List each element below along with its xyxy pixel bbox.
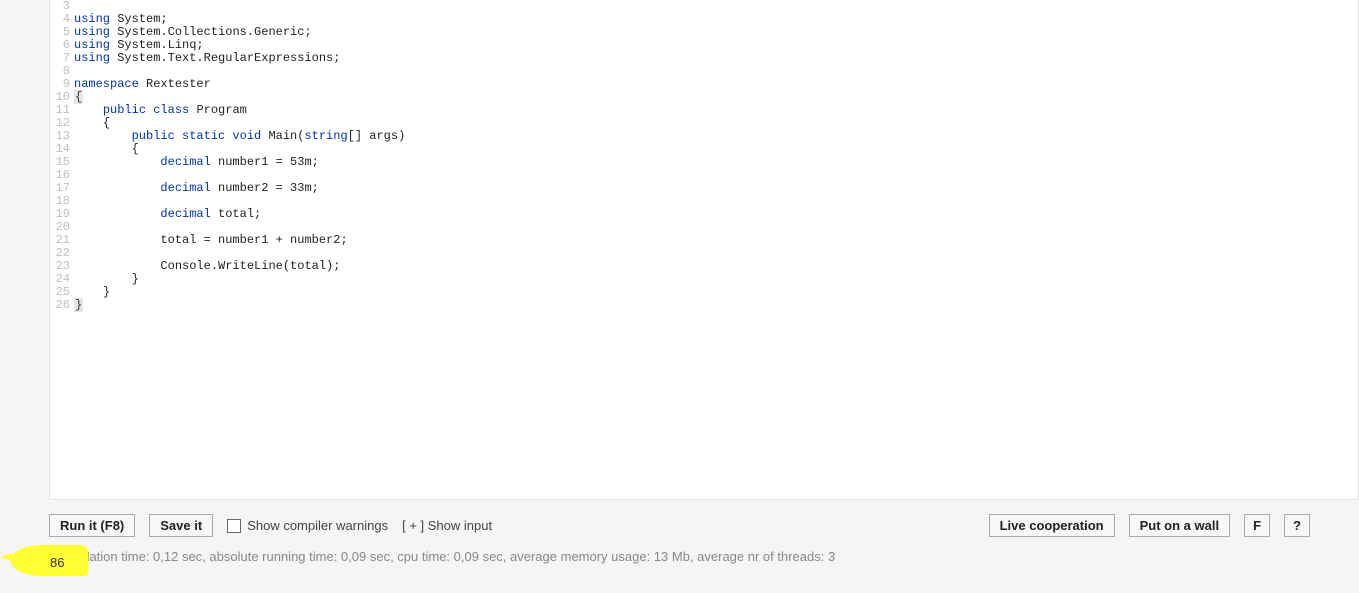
- code-token: using: [74, 25, 117, 39]
- checkbox-box-icon: [227, 519, 241, 533]
- code-token: System.Linq;: [117, 38, 203, 52]
- code-line[interactable]: [74, 65, 1358, 78]
- code-line[interactable]: decimal number1 = 53m;: [74, 156, 1358, 169]
- code-line[interactable]: namespace Rextester: [74, 78, 1358, 91]
- code-line[interactable]: using System.Text.RegularExpressions;: [74, 52, 1358, 65]
- toolbar: Run it (F8) Save it Show compiler warnin…: [49, 514, 1310, 537]
- code-token: Program: [196, 103, 246, 117]
- code-token: using: [74, 12, 117, 26]
- line-number: 26: [50, 299, 70, 312]
- put-on-wall-button[interactable]: Put on a wall: [1129, 514, 1230, 537]
- code-token: using: [74, 51, 117, 65]
- code-token: total = number1 + number2;: [160, 233, 347, 247]
- show-compiler-warnings-label: Show compiler warnings: [247, 518, 388, 533]
- code-token: namespace: [74, 77, 146, 91]
- code-token: Main(: [268, 129, 304, 143]
- code-token: }: [103, 285, 110, 299]
- line-number-gutter: 3456789101112131415161718192021222324252…: [50, 0, 74, 312]
- code-line[interactable]: [74, 0, 1358, 13]
- code-token: Console.WriteLine(total);: [160, 259, 340, 273]
- code-token: public class: [103, 103, 197, 117]
- code-line[interactable]: public static void Main(string[] args): [74, 130, 1358, 143]
- code-token: System;: [117, 12, 167, 26]
- show-input-toggle[interactable]: [ + ] Show input: [402, 518, 492, 533]
- code-token: [] args): [348, 129, 406, 143]
- code-token: Rextester: [146, 77, 211, 91]
- compilation-status: Compilation time: 0,12 sec, absolute run…: [49, 549, 1310, 564]
- code-line[interactable]: Console.WriteLine(total);: [74, 260, 1358, 273]
- code-token: decimal: [160, 181, 218, 195]
- code-token: decimal: [160, 155, 218, 169]
- code-line[interactable]: }: [74, 286, 1358, 299]
- code-line[interactable]: decimal total;: [74, 208, 1358, 221]
- code-area[interactable]: using System;using System.Collections.Ge…: [74, 0, 1358, 312]
- code-line[interactable]: public class Program: [74, 104, 1358, 117]
- live-cooperation-button[interactable]: Live cooperation: [989, 514, 1115, 537]
- code-token: }: [132, 272, 139, 286]
- code-token: total;: [218, 207, 261, 221]
- code-line[interactable]: {: [74, 91, 1358, 104]
- code-token: number1 = 53m;: [218, 155, 319, 169]
- code-token: decimal: [160, 207, 218, 221]
- code-line[interactable]: total = number1 + number2;: [74, 234, 1358, 247]
- code-line[interactable]: decimal number2 = 33m;: [74, 182, 1358, 195]
- code-token: {: [74, 90, 83, 104]
- save-button[interactable]: Save it: [149, 514, 213, 537]
- editor-frame: 3456789101112131415161718192021222324252…: [49, 0, 1359, 500]
- help-button[interactable]: ?: [1284, 514, 1310, 537]
- code-token: System.Collections.Generic;: [117, 25, 311, 39]
- code-line[interactable]: [74, 195, 1358, 208]
- fullscreen-button[interactable]: F: [1244, 514, 1270, 537]
- show-compiler-warnings-checkbox[interactable]: Show compiler warnings: [227, 518, 388, 533]
- code-token: System.Text.RegularExpressions;: [117, 51, 340, 65]
- run-button[interactable]: Run it (F8): [49, 514, 135, 537]
- code-token: public static void: [132, 129, 269, 143]
- code-line[interactable]: }: [74, 299, 1358, 312]
- code-token: string: [304, 129, 347, 143]
- code-token: using: [74, 38, 117, 52]
- code-token: }: [74, 298, 83, 312]
- code-line[interactable]: using System.Collections.Generic;: [74, 26, 1358, 39]
- program-output: 86: [10, 555, 88, 570]
- output-highlight: 86: [10, 545, 88, 576]
- code-line[interactable]: }: [74, 273, 1358, 286]
- code-token: {: [103, 116, 110, 130]
- code-token: {: [132, 142, 139, 156]
- code-token: number2 = 33m;: [218, 181, 319, 195]
